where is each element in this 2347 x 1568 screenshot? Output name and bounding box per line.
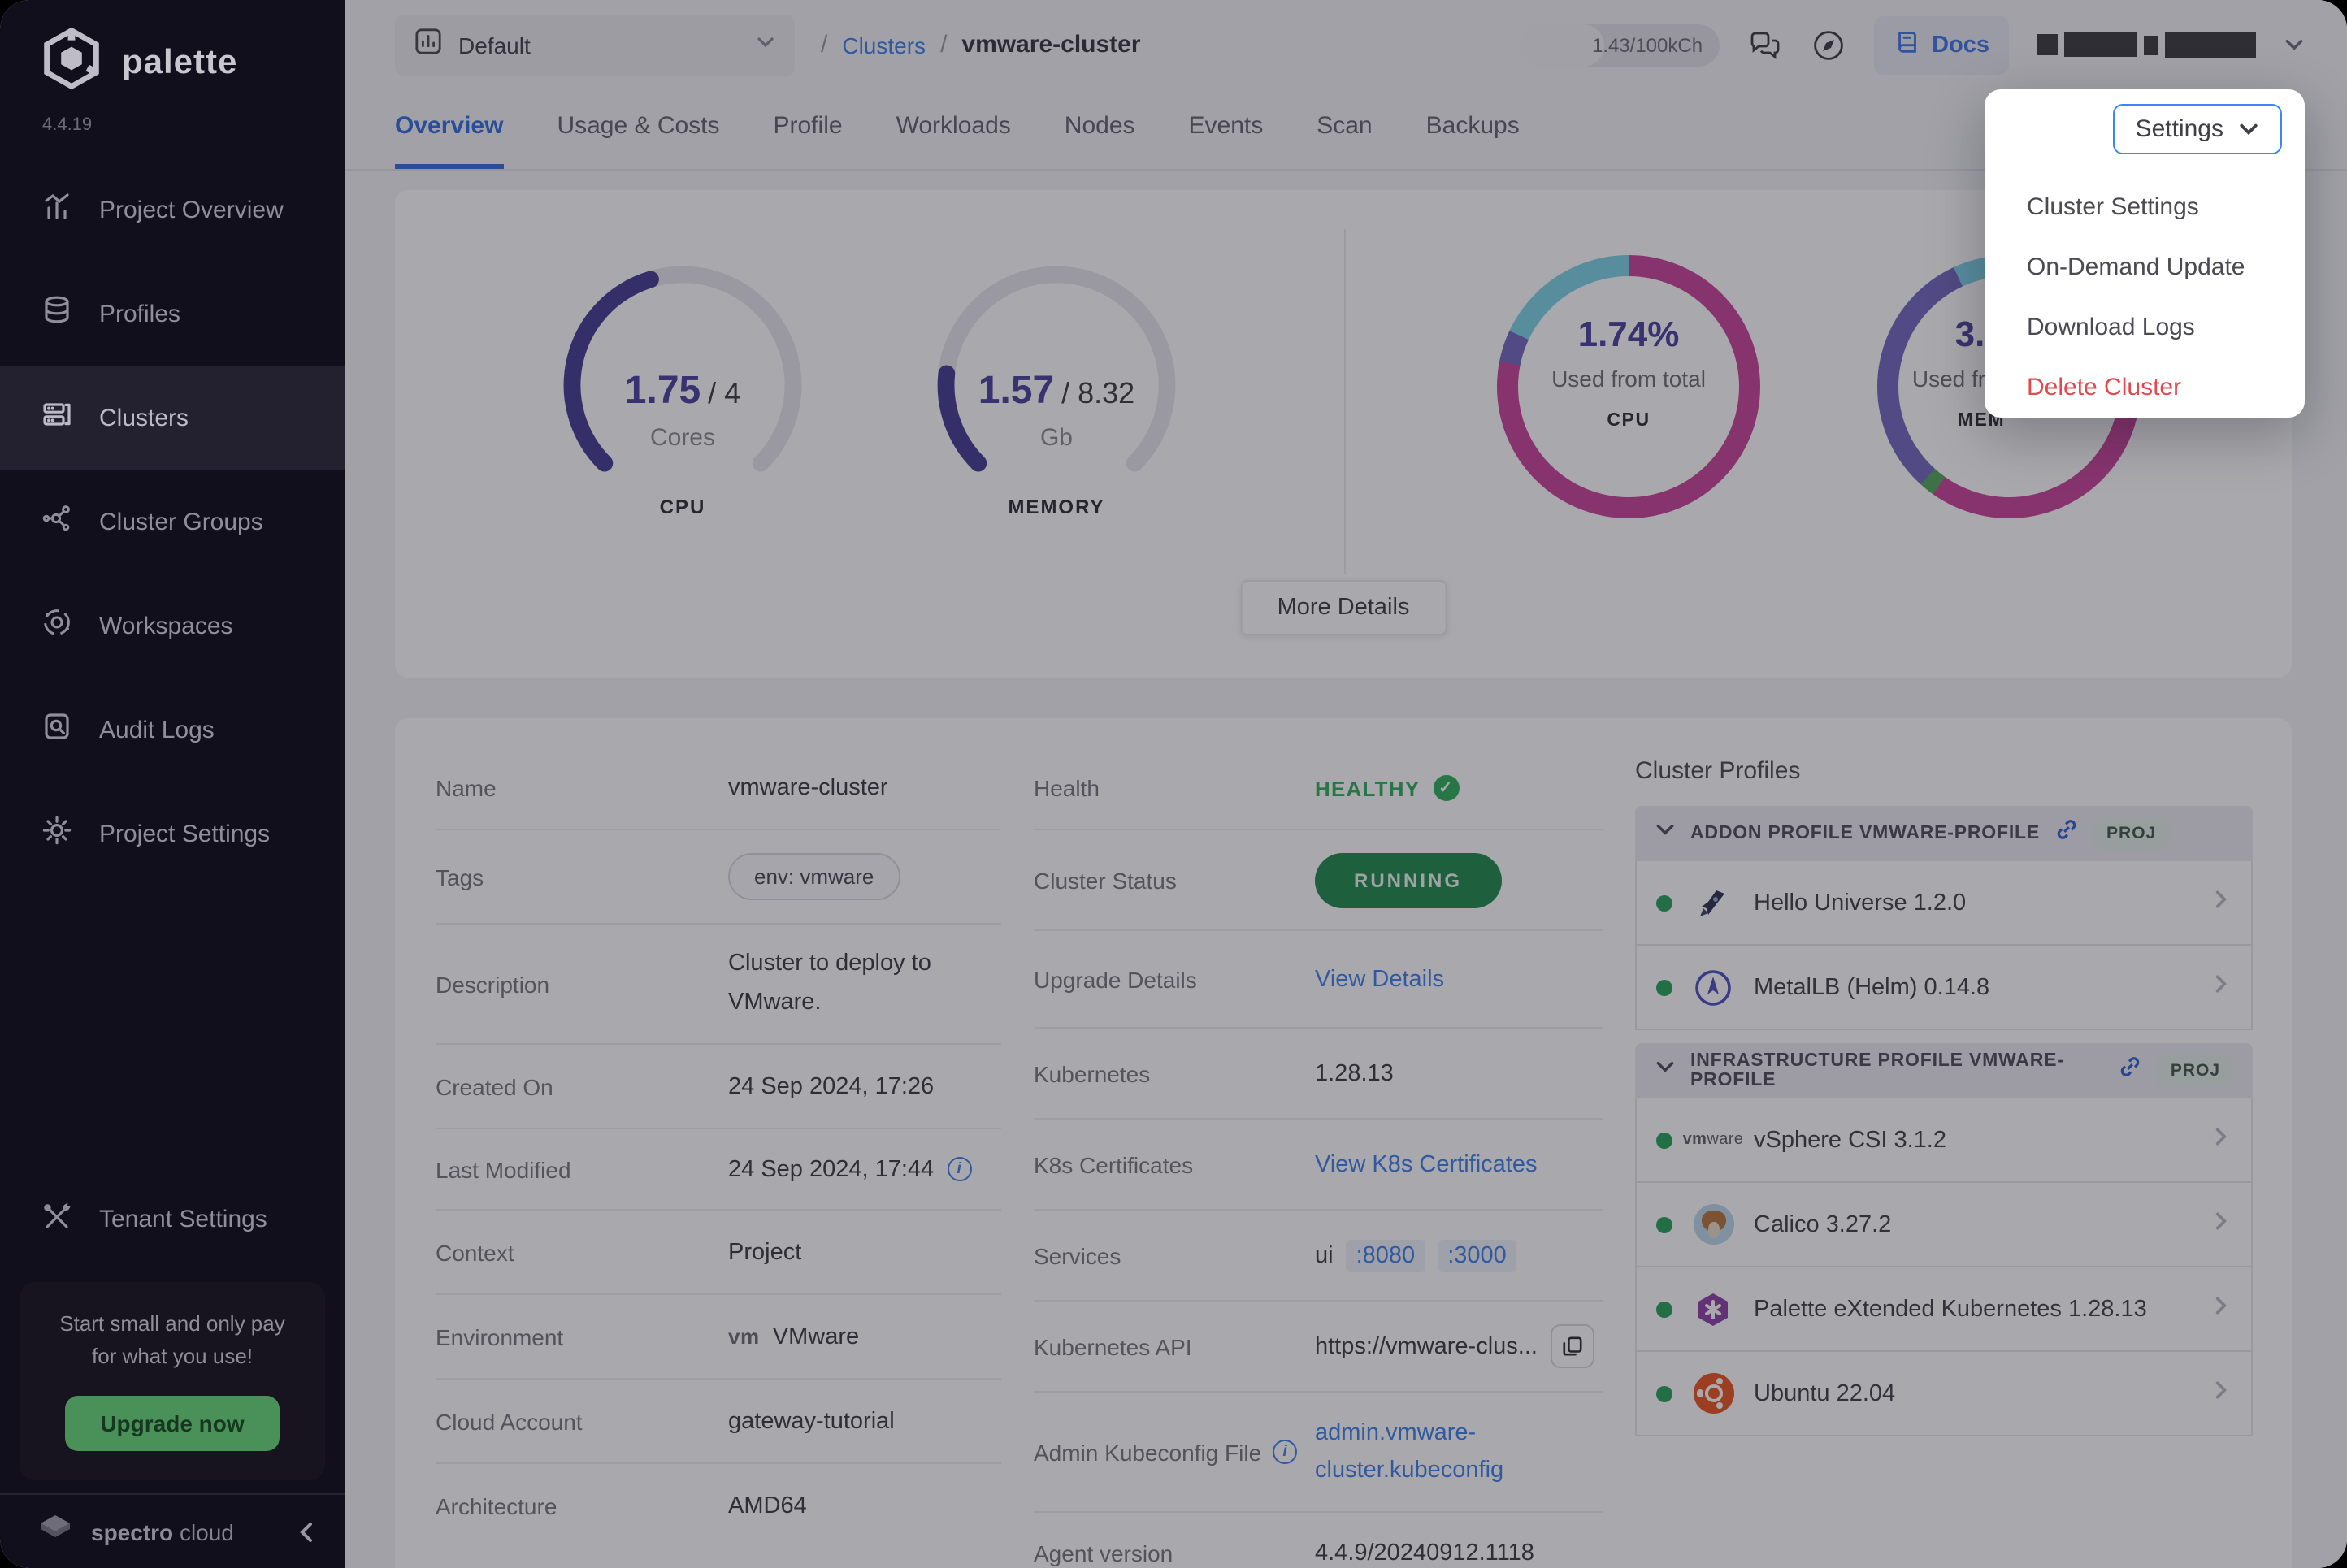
sidebar-item-tenant-settings[interactable]: Tenant Settings: [0, 1167, 345, 1271]
sidebar-item-label: Project Overview: [99, 196, 284, 223]
sidebar-item-label: Audit Logs: [99, 716, 215, 743]
cluster-groups-icon: [41, 502, 73, 541]
sidebar-item-label: Tenant Settings: [99, 1206, 267, 1233]
sidebar-item-label: Workspaces: [99, 612, 233, 639]
workspaces-icon: [41, 606, 73, 645]
gear-icon: [41, 814, 73, 853]
sidebar-item-clusters[interactable]: Clusters: [0, 366, 345, 470]
sidebar-item-cluster-groups[interactable]: Cluster Groups: [0, 470, 345, 574]
sidebar-item-workspaces[interactable]: Workspaces: [0, 574, 345, 678]
settings-button[interactable]: Settings: [2113, 104, 2282, 154]
profiles-icon: [41, 294, 73, 333]
promo-text: Start small and only pay for what you us…: [36, 1307, 309, 1373]
sidebar-item-label: Clusters: [99, 404, 189, 431]
project-overview-icon: [41, 190, 73, 229]
spectro-cloud-logo: [36, 1508, 75, 1555]
upgrade-now-button[interactable]: Upgrade now: [64, 1396, 280, 1451]
menu-item-cluster-settings[interactable]: Cluster Settings: [2027, 177, 2282, 237]
menu-item-on-demand-update[interactable]: On-Demand Update: [2027, 237, 2282, 297]
clusters-icon: [41, 398, 73, 437]
sidebar: palette 4.4.19 Project Overview Profiles…: [0, 0, 345, 1568]
sidebar-collapse-button[interactable]: [296, 1520, 319, 1543]
upgrade-promo-panel: Start small and only pay for what you us…: [20, 1281, 325, 1480]
app-version: 4.4.19: [42, 115, 345, 135]
chevron-down-icon: [2238, 119, 2259, 140]
brand-wordmark: palette: [122, 43, 237, 82]
palette-logo-icon: [39, 26, 104, 99]
sidebar-item-audit-logs[interactable]: Audit Logs: [0, 678, 345, 782]
sidebar-item-profiles[interactable]: Profiles: [0, 262, 345, 366]
sidebar-item-project-overview[interactable]: Project Overview: [0, 158, 345, 262]
settings-dropdown: Settings Cluster Settings On-Demand Upda…: [1985, 89, 2305, 418]
palette-app-window: palette 4.4.19 Project Overview Profiles…: [0, 0, 2347, 1568]
audit-logs-icon: [41, 710, 73, 749]
settings-button-label: Settings: [2136, 115, 2223, 143]
menu-item-download-logs[interactable]: Download Logs: [2027, 297, 2282, 357]
sidebar-nav: Project Overview Profiles Clusters Clust…: [0, 158, 345, 886]
sidebar-footer: spectro cloud: [0, 1493, 345, 1568]
sidebar-item-project-settings[interactable]: Project Settings: [0, 782, 345, 886]
sidebar-item-label: Cluster Groups: [99, 508, 263, 535]
sidebar-header: palette 4.4.19: [0, 0, 345, 135]
sidebar-item-label: Profiles: [99, 300, 180, 327]
menu-item-delete-cluster[interactable]: Delete Cluster: [2027, 357, 2282, 418]
spectro-cloud-label: spectro cloud: [91, 1518, 234, 1544]
settings-menu-list: Cluster Settings On-Demand Update Downlo…: [2027, 154, 2282, 418]
sidebar-item-label: Project Settings: [99, 820, 270, 847]
tools-icon: [41, 1200, 73, 1239]
